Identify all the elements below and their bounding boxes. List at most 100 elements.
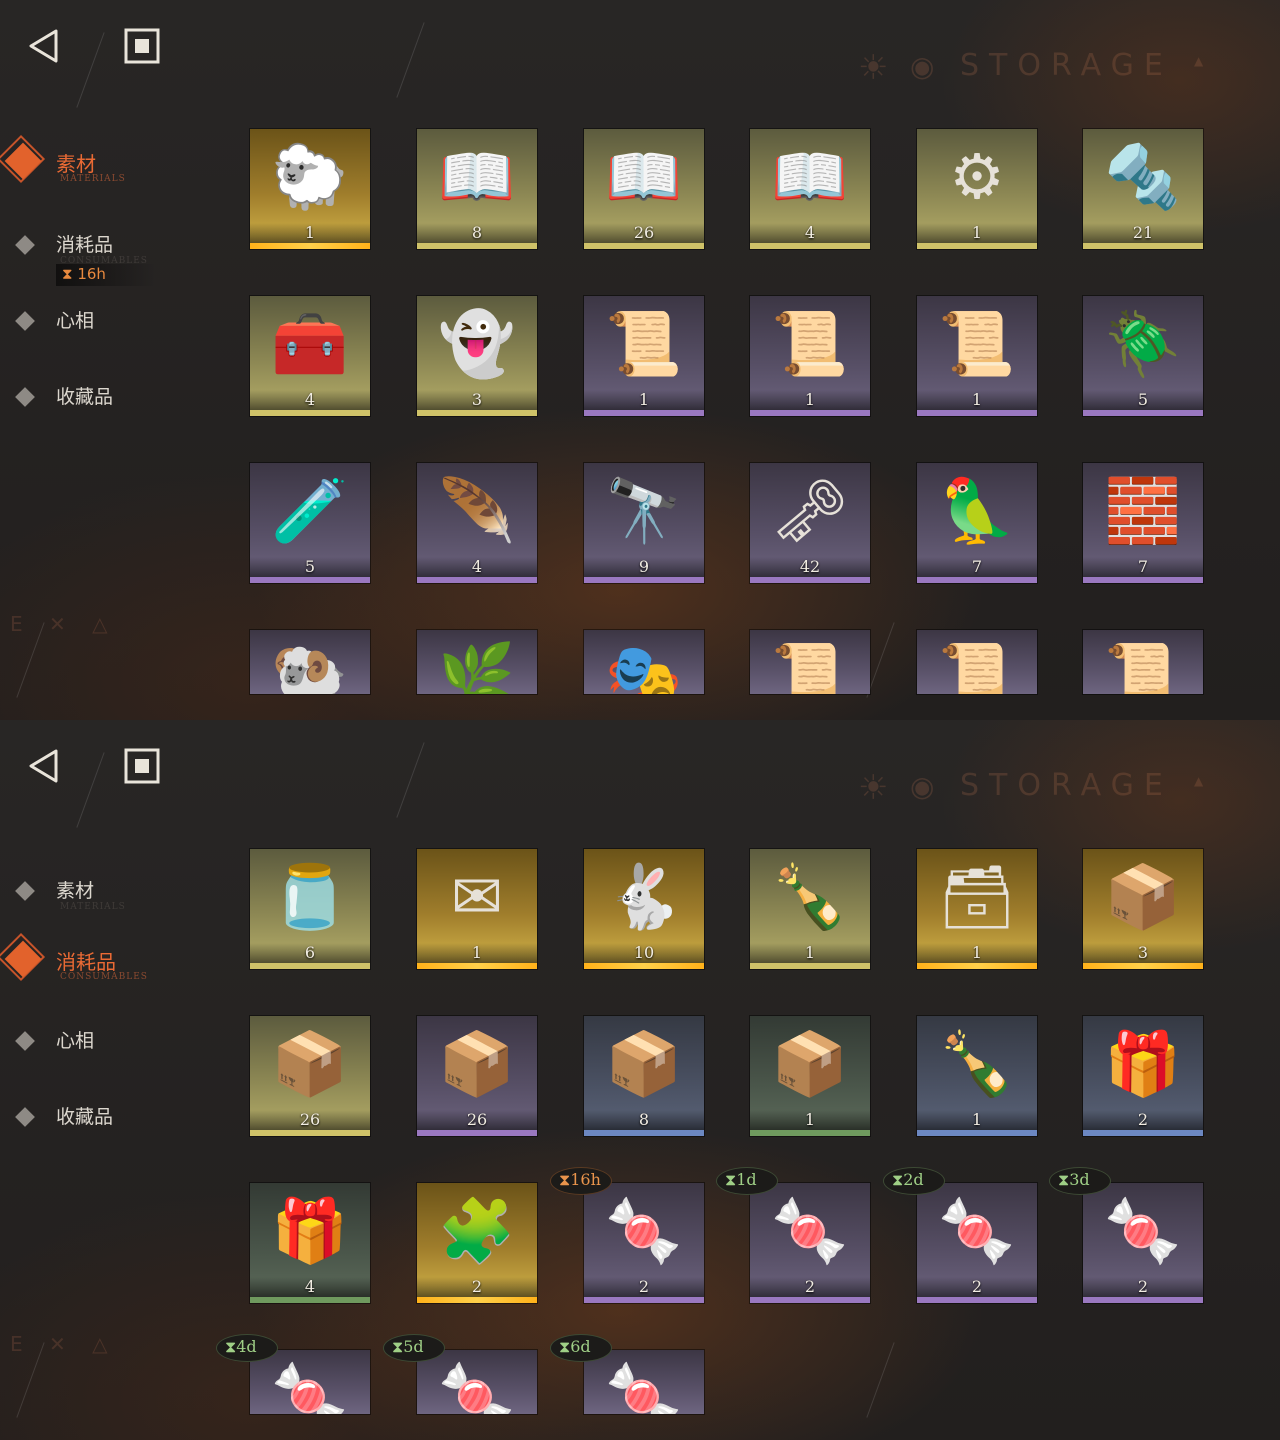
item-tile[interactable]: 🎁 2 (1083, 1016, 1203, 1136)
item-tile[interactable]: 🍬 (417, 1350, 537, 1414)
item-tile[interactable]: 📖 4 (750, 129, 870, 249)
item-tile[interactable]: 🍾 1 (917, 1016, 1037, 1136)
item-tile[interactable]: 📦 26 (417, 1016, 537, 1136)
item-tile[interactable]: 📜 (1083, 630, 1203, 694)
rarity-bar (250, 243, 370, 249)
item-count: 7 (971, 557, 983, 576)
decor-slash (396, 742, 425, 818)
item-count: 8 (638, 1110, 650, 1129)
item-tile[interactable]: 🍬 2 (1083, 1183, 1203, 1303)
nav-item-psyche[interactable]: 心相 (15, 306, 176, 350)
item-count: 6 (304, 943, 316, 962)
item-tile[interactable]: 🔩 21 (1083, 129, 1203, 249)
candy-jar-icon: 🫙 (271, 860, 349, 933)
item-count: 26 (299, 1110, 321, 1129)
back-button[interactable] (26, 28, 62, 64)
item-tile[interactable]: 🧪 5 (250, 463, 370, 583)
item-tile[interactable]: 📜 (917, 630, 1037, 694)
item-tile[interactable]: 🪶 4 (417, 463, 537, 583)
item-tile[interactable]: 📜 (750, 630, 870, 694)
item-tile[interactable]: 🐇 10 (584, 849, 704, 969)
item-tile[interactable]: 🐏 (250, 630, 370, 694)
item-tile[interactable]: 👻 3 (417, 296, 537, 416)
item-tile[interactable]: 🫙 6 (250, 849, 370, 969)
home-button[interactable] (124, 28, 160, 64)
item-tile[interactable]: 📦 26 (250, 1016, 370, 1136)
item-count: 2 (1137, 1277, 1149, 1296)
item-tile[interactable]: 🍬 (250, 1350, 370, 1414)
item-tile[interactable]: 📦 8 (584, 1016, 704, 1136)
expiry-badge: ⧗3d (1049, 1167, 1111, 1195)
nav-item-collectibles[interactable]: 收藏品 (15, 382, 176, 426)
item-tile[interactable]: ✉ 1 (417, 849, 537, 969)
expiry-badge: ⧗4d (216, 1334, 278, 1362)
expiry-badge: ⧗1d (716, 1167, 778, 1195)
item-tile[interactable]: 📜 1 (917, 296, 1037, 416)
rarity-bar (1083, 577, 1203, 583)
item-tile[interactable]: 📖 26 (584, 129, 704, 249)
storage-watermark-title: STORAGE (960, 48, 1173, 83)
item-tile[interactable]: 🐑 1 (250, 129, 370, 249)
item-count: 5 (304, 557, 316, 576)
clockwork-gear-icon: ⚙ (949, 140, 1005, 213)
item-count: 1 (304, 223, 316, 242)
candy-icon: 🍬 (938, 1194, 1016, 1267)
item-tile[interactable]: 🧩 2 (417, 1183, 537, 1303)
item-count: 1 (971, 943, 983, 962)
nav-item-collectibles[interactable]: 收藏品 (15, 1102, 176, 1146)
item-count: 4 (304, 1277, 316, 1296)
item-tile[interactable]: 🍬 2 (917, 1183, 1037, 1303)
nav-item-materials[interactable]: 素材 MATERIALS (0, 134, 176, 192)
expiry-value: 6d (570, 1337, 591, 1356)
item-tile[interactable]: 📦 3 (1083, 849, 1203, 969)
item-tile[interactable]: 📜 1 (750, 296, 870, 416)
item-tile[interactable]: 📜 1 (584, 296, 704, 416)
item-count: 1 (971, 223, 983, 242)
item-count: 2 (971, 1277, 983, 1296)
item-tile[interactable]: 🌿 (417, 630, 537, 694)
item-tile[interactable]: 🪲 5 (1083, 296, 1203, 416)
item-tile[interactable]: 🔭 9 (584, 463, 704, 583)
item-tile[interactable]: 🍾 1 (750, 849, 870, 969)
nav-item-materials[interactable]: 素材 MATERIALS (15, 876, 176, 920)
rarity-bar (750, 1130, 870, 1136)
item-tile[interactable]: 🧰 4 (250, 296, 370, 416)
item-tile[interactable]: 🦜 7 (917, 463, 1037, 583)
expiry-value: 2d (903, 1170, 924, 1189)
item-tile[interactable]: ⚙ 1 (917, 129, 1037, 249)
blue-scroll-bundle-icon: 📜 (771, 307, 849, 380)
nav-item-consumables[interactable]: 消耗品 CONSUMABLES (0, 932, 176, 990)
rarity-bar (750, 963, 870, 969)
home-button[interactable] (124, 748, 160, 784)
item-tile[interactable]: 🗃 1 (917, 849, 1037, 969)
expiry-text: ⧗5d (392, 1337, 424, 1357)
expiry-value: 3d (1069, 1170, 1090, 1189)
crate-icon: 📦 (605, 1027, 683, 1100)
rarity-bar (1083, 1130, 1203, 1136)
item-tile[interactable]: 📦 1 (750, 1016, 870, 1136)
item-tile[interactable]: 🎁 4 (250, 1183, 370, 1303)
storage-watermark: ☀ ◉ STORAGE ▲ (850, 46, 1270, 116)
nav-label: 心相 (56, 1030, 95, 1052)
hourglass-icon: ⧗ (559, 1170, 571, 1189)
rarity-bar (917, 243, 1037, 249)
diamond-icon (15, 1107, 35, 1127)
item-tile[interactable]: 🎭 (584, 630, 704, 694)
candy-icon: 🍬 (271, 1359, 349, 1415)
corner-rune-mark: E ✕ △ (10, 1332, 118, 1356)
item-count: 1 (804, 943, 816, 962)
rarity-bar (1083, 963, 1203, 969)
nav-label: 素材 (56, 152, 96, 176)
nav-item-psyche[interactable]: 心相 (15, 1026, 176, 1070)
expiry-value: 4d (236, 1337, 257, 1356)
mask-icon: 🎭 (605, 639, 683, 695)
item-count: 1 (471, 943, 483, 962)
item-tile[interactable]: 🍬 (584, 1350, 704, 1414)
item-tile[interactable]: 🧱 7 (1083, 463, 1203, 583)
back-button[interactable] (26, 748, 62, 784)
expiry-text: ⧗1d (725, 1170, 757, 1190)
item-tile[interactable]: 📖 8 (417, 129, 537, 249)
item-tile[interactable]: 🍬 2 (584, 1183, 704, 1303)
item-tile[interactable]: 🗝 42 (750, 463, 870, 583)
item-tile[interactable]: 🍬 2 (750, 1183, 870, 1303)
